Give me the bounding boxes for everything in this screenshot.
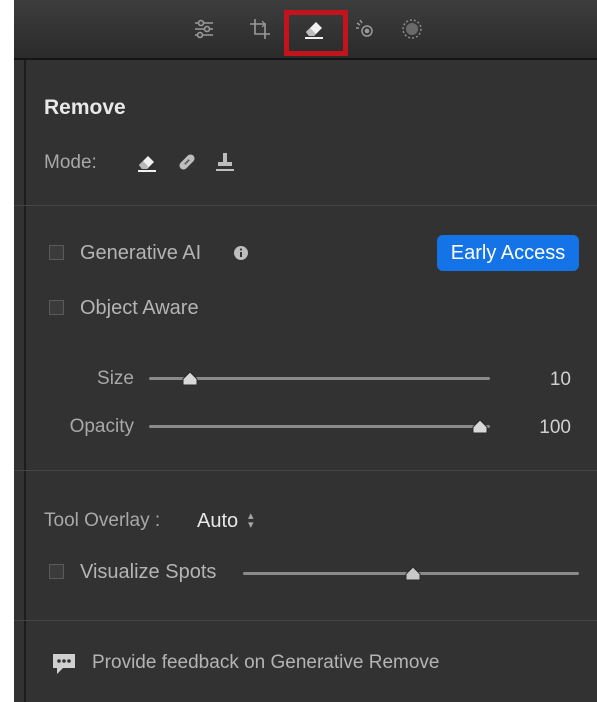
generative-ai-checkbox[interactable] [49,245,64,260]
red-eye-icon[interactable] [350,14,380,44]
panel-edge [24,0,26,702]
early-access-badge[interactable]: Early Access [437,235,579,271]
feedback-link[interactable]: Provide feedback on Generative Remove [92,652,439,674]
opacity-label: Opacity [69,416,134,437]
visualize-spots-label: Visualize Spots [80,561,217,583]
remove-panel: Remove Mode: Generative AI Early Access [14,0,597,702]
size-slider-thumb[interactable] [181,371,199,387]
tool-overlay-label: Tool Overlay : [44,510,161,531]
clone-stamp-icon[interactable] [213,150,237,174]
opacity-slider-thumb[interactable] [471,419,489,435]
heal-bandage-icon[interactable] [175,150,199,174]
remove-eraser-icon[interactable] [135,150,159,174]
divider [14,205,597,206]
edit-sliders-icon[interactable] [189,14,219,44]
tool-overlay-dropdown[interactable]: Auto [197,510,238,533]
visualize-spots-checkbox[interactable] [49,564,64,579]
chat-bubble-icon[interactable] [50,650,78,678]
object-aware-checkbox[interactable] [49,300,64,315]
active-tool-highlight [284,10,348,56]
masking-icon[interactable] [397,14,427,44]
size-value[interactable]: 10 [511,369,571,391]
size-slider-track[interactable] [149,377,490,380]
section-title: Remove [44,96,126,119]
crop-icon[interactable] [245,14,275,44]
chevron-updown-icon[interactable]: ▴ ▾ [248,511,254,531]
divider [14,620,597,621]
opacity-value[interactable]: 100 [511,417,571,439]
object-aware-label: Object Aware [80,297,199,319]
size-label: Size [97,368,134,389]
info-icon[interactable] [232,244,250,262]
generative-ai-label: Generative AI [80,242,202,264]
divider [14,470,597,471]
visualize-spots-slider-thumb[interactable] [404,566,422,582]
mode-label: Mode: [44,152,97,173]
opacity-slider-track[interactable] [149,425,490,428]
